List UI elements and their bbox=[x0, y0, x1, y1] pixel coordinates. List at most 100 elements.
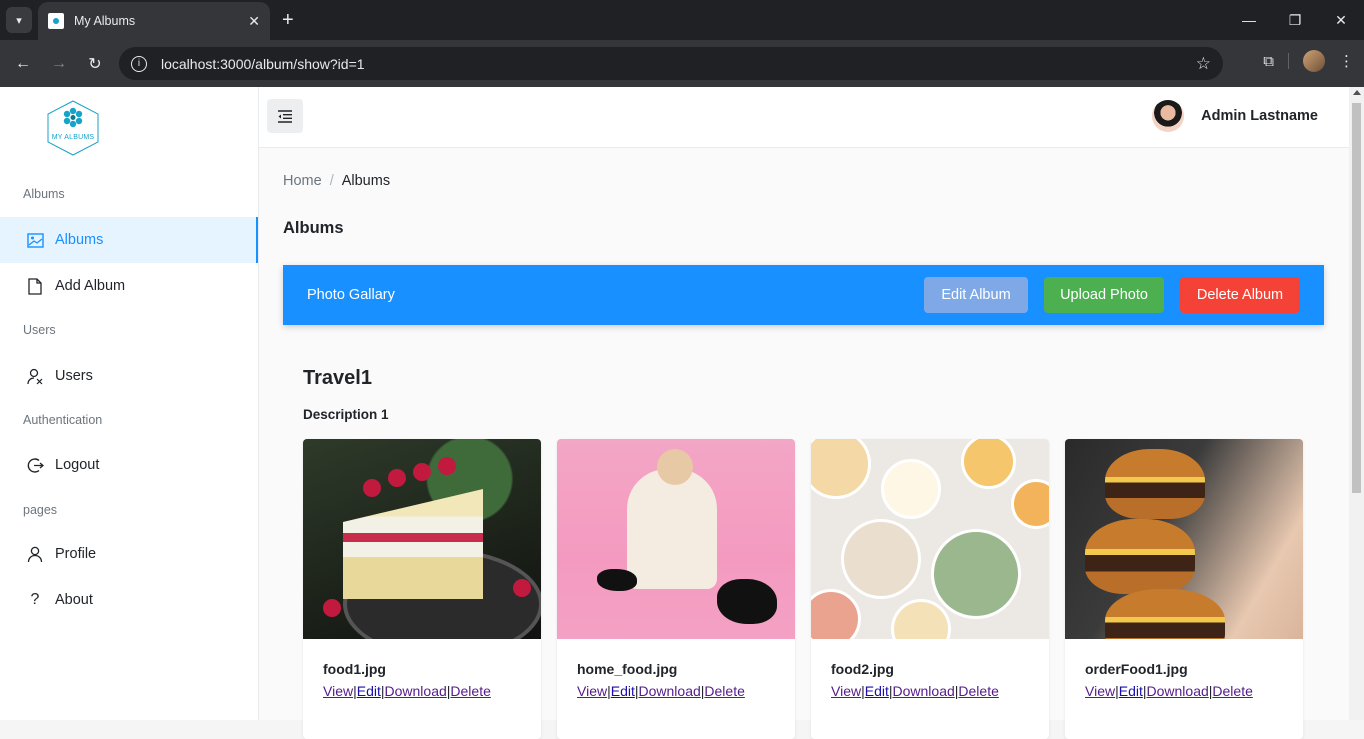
delete-link[interactable]: Delete bbox=[450, 683, 490, 699]
url-text: localhost:3000/album/show?id=1 bbox=[161, 55, 365, 72]
scroll-up-icon[interactable] bbox=[1352, 90, 1361, 95]
menu-fold-icon bbox=[278, 109, 292, 123]
main-content: Admin Lastname Home / Albums Albums Phot… bbox=[259, 87, 1364, 739]
restore-icon[interactable]: ❐ bbox=[1272, 0, 1318, 40]
edit-link[interactable]: Edit bbox=[357, 683, 381, 699]
close-window-icon[interactable]: ✕ bbox=[1318, 0, 1364, 40]
top-header: Admin Lastname bbox=[259, 87, 1364, 148]
toolbar-divider bbox=[1288, 53, 1289, 69]
logo-hexagon-icon bbox=[47, 100, 99, 156]
sidebar-item-profile[interactable]: Profile bbox=[0, 531, 258, 577]
download-link[interactable]: Download bbox=[893, 683, 955, 699]
album-description: Description 1 bbox=[303, 407, 389, 422]
sidebar-item-label: About bbox=[55, 592, 93, 608]
photo-card: home_food.jpg View|Edit|Download|Delete bbox=[557, 439, 795, 739]
page-title: Albums bbox=[283, 219, 344, 237]
avatar[interactable] bbox=[1152, 100, 1185, 132]
photo-filename: food1.jpg bbox=[323, 661, 386, 677]
profile-avatar[interactable] bbox=[1303, 50, 1325, 72]
user-icon bbox=[26, 545, 44, 563]
photo-card: food2.jpg View|Edit|Download|Delete bbox=[811, 439, 1049, 739]
photo-thumbnail[interactable] bbox=[811, 439, 1049, 639]
photo-thumbnail[interactable] bbox=[557, 439, 795, 639]
photo-thumbnail[interactable] bbox=[1065, 439, 1303, 639]
edit-link[interactable]: Edit bbox=[1119, 683, 1143, 699]
tab-search-button[interactable]: ▾ bbox=[6, 7, 32, 33]
photo-filename: food2.jpg bbox=[831, 661, 894, 677]
browser-tab[interactable]: My Albums ✕ bbox=[38, 2, 270, 40]
delete-link[interactable]: Delete bbox=[704, 683, 744, 699]
breadcrumb-current: Albums bbox=[341, 173, 391, 189]
toolbar-actions: ⧉ ⋮ bbox=[1263, 50, 1354, 72]
sidebar-item-about[interactable]: ? About bbox=[0, 577, 258, 623]
file-icon bbox=[26, 277, 44, 295]
download-link[interactable]: Download bbox=[385, 683, 447, 699]
photo-filename: orderFood1.jpg bbox=[1085, 661, 1188, 677]
sidebar: MY ALBUMS Albums Albums Add Album Users … bbox=[0, 87, 259, 720]
reload-icon[interactable]: ↻ bbox=[82, 51, 108, 77]
page-scrollbar[interactable] bbox=[1349, 87, 1364, 720]
nav-heading-pages: pages bbox=[23, 503, 58, 517]
sidebar-item-label: Logout bbox=[55, 457, 100, 473]
sidebar-item-label: Albums bbox=[55, 232, 104, 248]
photo-thumbnail[interactable] bbox=[303, 439, 541, 639]
download-link[interactable]: Download bbox=[639, 683, 701, 699]
user-name: Admin Lastname bbox=[1201, 108, 1318, 124]
album-name: Travel1 bbox=[303, 367, 372, 389]
address-bar[interactable]: i localhost:3000/album/show?id=1 ☆ bbox=[119, 47, 1223, 80]
back-icon[interactable]: ← bbox=[10, 51, 36, 77]
view-link[interactable]: View bbox=[831, 683, 861, 699]
delete-link[interactable]: Delete bbox=[958, 683, 998, 699]
sidebar-item-add-album[interactable]: Add Album bbox=[0, 263, 258, 309]
edit-album-button[interactable]: Edit Album bbox=[924, 277, 1028, 313]
breadcrumb-home[interactable]: Home bbox=[283, 173, 322, 189]
sidebar-item-label: Users bbox=[55, 368, 93, 384]
banner-title: Photo Gallary bbox=[307, 287, 395, 303]
logout-icon bbox=[26, 456, 44, 474]
forward-icon[interactable]: → bbox=[46, 51, 72, 77]
view-link[interactable]: View bbox=[323, 683, 353, 699]
photo-actions: View|Edit|Download|Delete bbox=[1085, 683, 1253, 699]
scrollbar-thumb[interactable] bbox=[1352, 103, 1361, 493]
nav-heading-authentication: Authentication bbox=[23, 413, 103, 427]
edit-link[interactable]: Edit bbox=[611, 683, 635, 699]
sidebar-item-albums[interactable]: Albums bbox=[0, 217, 258, 263]
menu-toggle-button[interactable] bbox=[267, 99, 303, 133]
photo-grid: food1.jpg View|Edit|Download|Delete home… bbox=[303, 439, 1303, 739]
user-menu[interactable]: Admin Lastname bbox=[1152, 100, 1318, 132]
view-link[interactable]: View bbox=[577, 683, 607, 699]
delete-album-button[interactable]: Delete Album bbox=[1180, 277, 1300, 313]
new-tab-button[interactable]: + bbox=[282, 8, 294, 32]
photo-card: orderFood1.jpg View|Edit|Download|Delete bbox=[1065, 439, 1303, 739]
edit-link[interactable]: Edit bbox=[865, 683, 889, 699]
breadcrumb: Home / Albums bbox=[283, 173, 390, 189]
extensions-icon[interactable]: ⧉ bbox=[1263, 53, 1274, 70]
download-link[interactable]: Download bbox=[1147, 683, 1209, 699]
app-container: MY ALBUMS Albums Albums Add Album Users … bbox=[0, 87, 1364, 739]
sidebar-item-label: Profile bbox=[55, 546, 97, 562]
site-info-icon[interactable]: i bbox=[131, 55, 147, 72]
question-icon: ? bbox=[30, 591, 40, 608]
image-icon bbox=[26, 231, 44, 249]
close-tab-icon[interactable]: ✕ bbox=[248, 13, 260, 30]
favicon-icon bbox=[48, 13, 64, 29]
photo-card: food1.jpg View|Edit|Download|Delete bbox=[303, 439, 541, 739]
app-logo[interactable]: MY ALBUMS bbox=[46, 100, 100, 156]
breadcrumb-separator: / bbox=[329, 173, 334, 189]
delete-link[interactable]: Delete bbox=[1212, 683, 1252, 699]
view-link[interactable]: View bbox=[1085, 683, 1115, 699]
minimize-icon[interactable]: — bbox=[1226, 0, 1272, 40]
photo-actions: View|Edit|Download|Delete bbox=[831, 683, 999, 699]
sidebar-item-label: Add Album bbox=[55, 278, 126, 294]
upload-photo-button[interactable]: Upload Photo bbox=[1044, 277, 1164, 313]
more-menu-icon[interactable]: ⋮ bbox=[1339, 52, 1354, 70]
sidebar-item-users[interactable]: Users bbox=[0, 353, 258, 399]
nav-heading-users: Users bbox=[23, 323, 56, 337]
users-icon bbox=[26, 367, 44, 385]
bookmark-star-icon[interactable]: ☆ bbox=[1196, 54, 1211, 74]
tab-title: My Albums bbox=[74, 14, 136, 28]
logo-text: MY ALBUMS bbox=[51, 134, 95, 141]
window-controls: — ❐ ✕ bbox=[1226, 0, 1364, 40]
browser-tab-bar: ▾ My Albums ✕ + — ❐ ✕ bbox=[0, 0, 1364, 40]
sidebar-item-logout[interactable]: Logout bbox=[0, 442, 258, 488]
